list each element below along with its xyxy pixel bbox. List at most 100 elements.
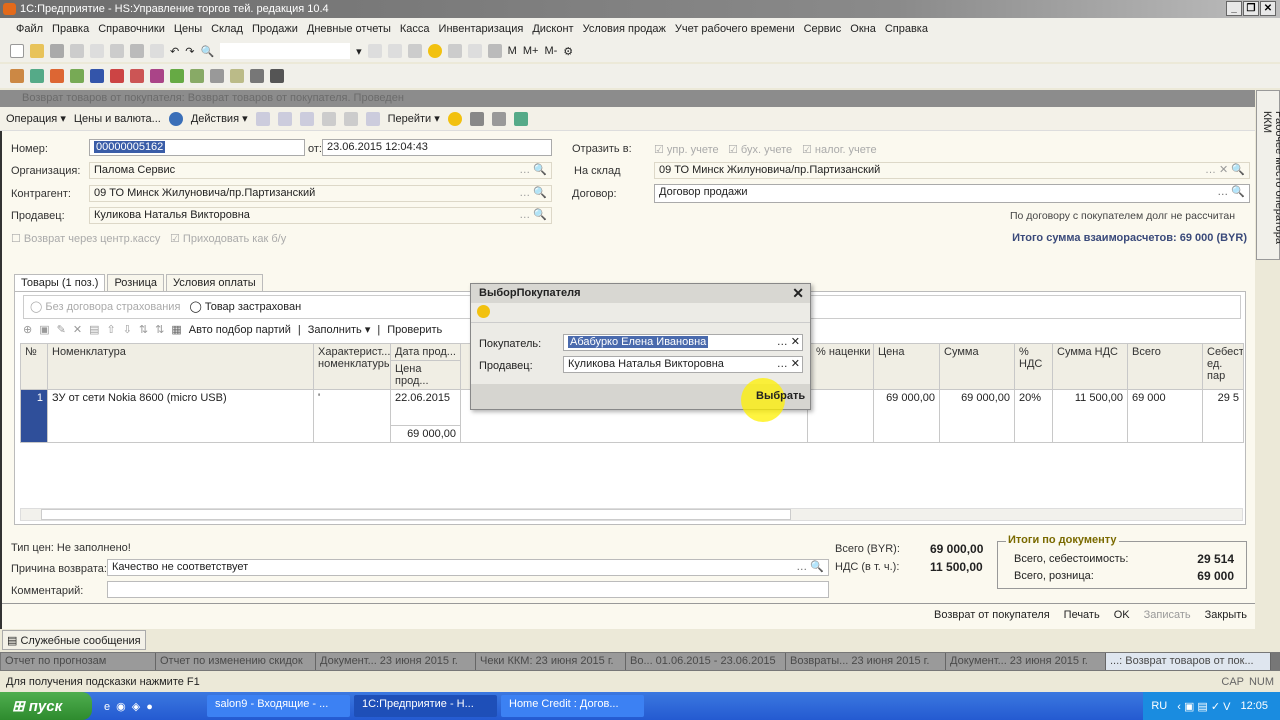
search-input[interactable] xyxy=(220,43,351,59)
cut-icon[interactable] xyxy=(70,44,84,58)
tax-accounting-checkbox[interactable]: ☑ налог. учете xyxy=(802,143,877,156)
no-insurance-radio[interactable]: ◯ Без договора страхования xyxy=(30,301,180,313)
number-field[interactable]: 00000005162 xyxy=(89,139,305,156)
dropdown-icon[interactable]: ▾ xyxy=(356,45,362,58)
tool-icon[interactable] xyxy=(170,69,184,83)
mgmt-accounting-checkbox[interactable]: ☑ упр. учете xyxy=(654,143,719,156)
window-tab[interactable]: Документ... 23 июня 2015 г. xyxy=(946,653,1106,670)
side-panel-kkm[interactable]: Рабочее место оператора ККМ xyxy=(1256,90,1280,260)
save-icon[interactable] xyxy=(50,44,64,58)
app-icon[interactable]: ◉ xyxy=(116,701,132,713)
memory-button[interactable]: М xyxy=(508,45,517,57)
report-icon[interactable] xyxy=(513,111,528,126)
operation-menu[interactable]: Операция ▾ xyxy=(6,112,66,125)
warehouse-field[interactable]: 09 ТО Минск Жилуновича/пр.Партизанский … … xyxy=(654,162,1250,179)
taskbar-item-mail[interactable]: salon9 - Входящие - ... xyxy=(207,695,350,717)
seller-field[interactable]: Куликова Наталья Викторовна … 🔍 xyxy=(89,207,552,224)
print-button[interactable]: Печать xyxy=(1064,609,1100,621)
select-clear-search-icon[interactable]: … ✕ 🔍 xyxy=(1205,163,1245,178)
select-clear-icon[interactable]: … ✕ xyxy=(777,357,800,372)
window-tab[interactable]: Во... 01.06.2015 - 23.06.2015 xyxy=(626,653,786,670)
actions-menu[interactable]: Действия ▾ xyxy=(191,112,248,125)
menu-item[interactable]: Продажи xyxy=(252,23,298,35)
calculator-icon[interactable] xyxy=(447,44,462,58)
move-down-icon[interactable]: ⇩ xyxy=(123,323,132,336)
menu-item[interactable]: Инвентаризация xyxy=(439,23,524,35)
new-icon[interactable] xyxy=(10,44,24,58)
col-cost[interactable]: Себест ед. пар xyxy=(1202,343,1244,390)
tool-icon[interactable] xyxy=(150,69,164,83)
menu-item[interactable]: Дисконт xyxy=(532,23,573,35)
service-messages-button[interactable]: ▤ Служебные сообщения xyxy=(2,630,146,650)
tool-icon[interactable] xyxy=(50,69,64,83)
paste-icon[interactable] xyxy=(110,44,124,58)
check-button[interactable]: Проверить xyxy=(387,324,442,336)
close-button[interactable]: ✕ xyxy=(1260,1,1276,16)
memory-plus-button[interactable]: М+ xyxy=(523,45,539,57)
select-clear-icon[interactable]: … ✕ xyxy=(777,335,800,350)
info-icon[interactable] xyxy=(168,111,183,126)
end-edit-icon[interactable]: ▤ xyxy=(89,323,99,336)
price-type-warning[interactable]: Тип цен: Не заполнено! xyxy=(11,542,131,554)
menu-item[interactable]: Касса xyxy=(400,23,430,35)
tool-icon[interactable] xyxy=(130,69,144,83)
menu-item[interactable]: Справка xyxy=(885,23,928,35)
taskbar-item-1c[interactable]: 1С:Предприятие - Н... xyxy=(354,695,497,717)
info-icon[interactable] xyxy=(427,44,442,58)
undo-icon[interactable]: ↶ xyxy=(170,45,179,58)
sort-desc-icon[interactable]: ⇅ xyxy=(155,323,164,336)
find-prev-icon[interactable] xyxy=(387,44,402,58)
reason-field[interactable]: Качество не соответствует … 🔍 xyxy=(107,559,829,576)
contractor-field[interactable]: 09 ТО Минск Жилуновича/пр.Партизанский … … xyxy=(89,185,552,202)
settings-icon[interactable] xyxy=(491,111,506,126)
select-search-icon[interactable]: … 🔍 xyxy=(519,186,547,201)
tab-payment-terms[interactable]: Условия оплаты xyxy=(165,274,263,291)
buyer-field[interactable]: Абабурко Елена Ивановна … ✕ xyxy=(563,334,803,351)
contract-field[interactable]: Договор продажи … 🔍 xyxy=(654,184,1250,203)
menu-item[interactable]: Дневные отчеты xyxy=(307,23,391,35)
col-characteristic[interactable]: Характерист... номенклатуры xyxy=(313,343,391,390)
window-tab[interactable]: Чеки ККМ: 23 июня 2015 г. xyxy=(476,653,626,670)
copy-row-icon[interactable]: ▣ xyxy=(39,323,49,336)
save-button[interactable]: Записать xyxy=(1144,609,1191,621)
tool-icon[interactable] xyxy=(210,69,224,83)
move-up-icon[interactable]: ⇧ xyxy=(106,323,115,336)
minimize-button[interactable]: _ xyxy=(1226,1,1242,16)
menu-item[interactable]: Справочники xyxy=(98,23,165,35)
chrome-icon[interactable]: ● xyxy=(146,701,159,713)
ok-button[interactable]: OK xyxy=(1114,609,1130,621)
tool-icon[interactable] xyxy=(10,69,24,83)
comment-field[interactable] xyxy=(107,581,829,598)
language-indicator[interactable]: RU xyxy=(1151,700,1167,712)
calendar-icon[interactable] xyxy=(467,44,482,58)
col-total[interactable]: Всего xyxy=(1127,343,1203,390)
based-on-icon[interactable] xyxy=(365,111,380,126)
network-icon[interactable]: ◈ xyxy=(132,701,146,713)
window-tab[interactable]: Возвраты... 23 июня 2015 г. xyxy=(786,653,946,670)
copy-icon[interactable] xyxy=(90,44,104,58)
col-sale-price[interactable]: Цена прод... xyxy=(390,360,461,390)
window-tab[interactable]: Документ... 23 июня 2015 г. xyxy=(316,653,476,670)
window-tab[interactable]: Отчет по прогнозам xyxy=(1,653,156,670)
central-cash-checkbox[interactable]: ☐ Возврат через центр.кассу xyxy=(11,232,160,245)
move-icon[interactable] xyxy=(321,111,336,126)
col-price[interactable]: Цена xyxy=(873,343,940,390)
help-icon[interactable] xyxy=(447,111,462,126)
tools-icon[interactable]: ⚙ xyxy=(563,45,573,58)
memory-minus-button[interactable]: М- xyxy=(544,45,557,57)
menu-item[interactable]: Файл xyxy=(16,23,43,35)
col-num[interactable]: № xyxy=(20,343,48,390)
used-goods-checkbox[interactable]: ☑ Приходовать как б/у xyxy=(170,232,286,245)
print-icon[interactable] xyxy=(130,44,144,58)
dialog-seller-field[interactable]: Куликова Наталья Викторовна … ✕ xyxy=(563,356,803,373)
close-form-button[interactable]: Закрыть xyxy=(1205,609,1247,621)
ie-icon[interactable]: e xyxy=(104,701,116,713)
menu-item[interactable]: Условия продаж xyxy=(583,23,666,35)
users-icon[interactable] xyxy=(487,44,502,58)
col-markup[interactable]: % наценки xyxy=(807,343,874,390)
move-icon[interactable] xyxy=(343,111,358,126)
post-icon[interactable] xyxy=(255,111,270,126)
tool-icon[interactable] xyxy=(230,69,244,83)
horizontal-scrollbar[interactable] xyxy=(20,508,1243,521)
select-button[interactable]: Выбрать xyxy=(756,390,805,402)
